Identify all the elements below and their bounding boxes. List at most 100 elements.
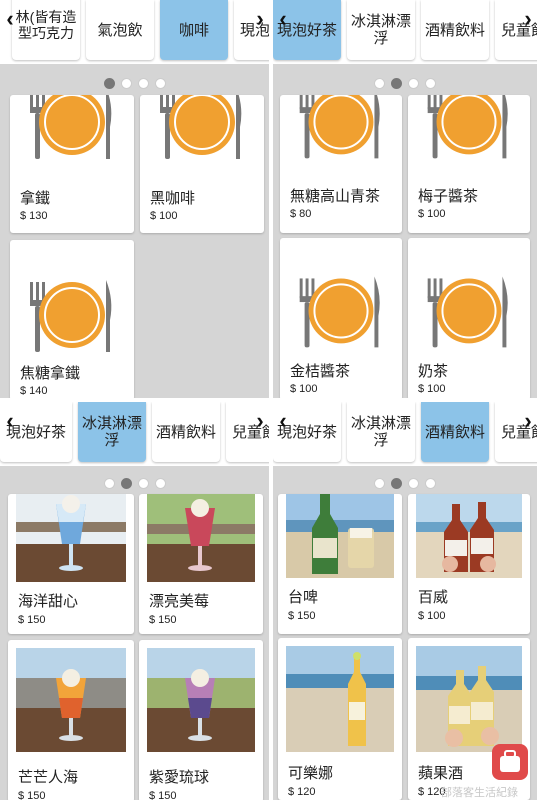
chevron-right-icon[interactable]: › xyxy=(252,8,268,30)
tab-ice-cream-float[interactable]: 冰淇淋漂浮 xyxy=(347,0,415,60)
item-name: 拿鐵 xyxy=(20,190,51,207)
item-name: 梅子醬茶 xyxy=(418,188,479,205)
item-name: 蘋果酒 xyxy=(418,765,464,782)
page-dot[interactable] xyxy=(374,478,385,489)
drink-photo xyxy=(16,648,126,752)
menu-item-card[interactable]: 梅子醬茶 $ 100 xyxy=(408,95,530,233)
plate-placeholder-icon xyxy=(10,260,134,360)
category-tab-bar: 林(皆有造型巧克力 氣泡飲 咖啡 現泡 ‹ › xyxy=(0,0,269,64)
plate-placeholder-icon xyxy=(408,95,530,167)
page-dot[interactable] xyxy=(103,78,115,89)
page-dot[interactable] xyxy=(408,78,419,89)
item-name: 台啤 xyxy=(288,589,319,606)
item-price: $ 150 xyxy=(149,614,177,626)
plate-placeholder-icon xyxy=(10,95,134,167)
menu-item-card[interactable]: 芒芒人海 $ 150 xyxy=(8,640,134,800)
tab-alcoholic-drinks[interactable]: 酒精飲料 xyxy=(421,402,489,462)
menu-item-card[interactable]: 金桔醬茶 $ 100 xyxy=(280,238,402,398)
chevron-left-icon[interactable]: ‹ xyxy=(2,410,18,432)
category-tab-bar: 現泡好茶 冰淇淋漂浮 酒精飲料 兒童飲 ‹ › xyxy=(0,402,269,466)
tab-alcoholic-drinks[interactable]: 酒精飲料 xyxy=(152,402,220,462)
page-dot[interactable] xyxy=(374,78,385,89)
item-price: $ 100 xyxy=(290,383,318,395)
item-name: 百威 xyxy=(418,589,449,606)
menu-item-card[interactable]: 可樂娜 $ 120 xyxy=(278,638,402,800)
drink-photo xyxy=(147,494,255,582)
item-price: $ 130 xyxy=(20,210,48,222)
tab-ice-cream-chocolate[interactable]: 林(皆有造型巧克力 xyxy=(12,0,80,60)
page-indicator xyxy=(0,78,269,92)
menu-item-card[interactable]: 無糖高山青茶 $ 80 xyxy=(280,95,402,233)
chevron-left-icon[interactable]: ‹ xyxy=(2,8,18,30)
chevron-left-icon[interactable]: ‹ xyxy=(275,410,291,432)
page-dot[interactable] xyxy=(120,478,132,489)
item-price: $ 140 xyxy=(20,385,48,397)
item-name: 芒芒人海 xyxy=(18,769,79,786)
page-dot[interactable] xyxy=(408,478,419,489)
item-name: 海洋甜心 xyxy=(18,593,79,610)
menu-panel-coffee: 林(皆有造型巧克力 氣泡飲 咖啡 現泡 ‹ › 拿鐵 $ 130 黑咖啡 $ 1… xyxy=(0,0,269,398)
menu-item-card[interactable]: 焦糖拿鐵 $ 140 xyxy=(10,240,134,398)
plate-placeholder-icon xyxy=(280,256,402,356)
tab-ice-cream-float[interactable]: 冰淇淋漂浮 xyxy=(78,402,146,462)
item-name: 焦糖拿鐵 xyxy=(20,365,81,382)
item-name: 紫愛琉球 xyxy=(149,769,210,786)
plate-placeholder-icon xyxy=(408,256,530,356)
menu-item-card[interactable]: 紫愛琉球 $ 150 xyxy=(139,640,263,800)
chevron-right-icon[interactable]: › xyxy=(520,8,536,30)
plate-placeholder-icon xyxy=(280,95,402,167)
item-price: $ 100 xyxy=(418,208,446,220)
tab-coffee[interactable]: 咖啡 xyxy=(160,0,228,60)
drink-photo xyxy=(286,494,394,578)
menu-item-card[interactable]: 奶茶 $ 100 xyxy=(408,238,530,398)
chevron-right-icon[interactable]: › xyxy=(252,410,268,432)
menu-item-card[interactable]: 台啤 $ 150 xyxy=(278,494,402,634)
drink-photo xyxy=(147,648,255,752)
page-dot[interactable] xyxy=(425,478,436,489)
item-name: 漂亮美莓 xyxy=(149,593,210,610)
menu-item-card[interactable]: 拿鐵 $ 130 xyxy=(10,95,134,233)
watermark-text: 部落客生活紀錄 xyxy=(441,787,518,799)
page-dot[interactable] xyxy=(120,78,132,89)
drink-photo xyxy=(16,494,126,582)
page-indicator xyxy=(273,478,537,492)
page-dot[interactable] xyxy=(391,78,402,89)
tab-ice-cream-float[interactable]: 冰淇淋漂浮 xyxy=(347,402,415,462)
item-price: $ 150 xyxy=(288,610,316,622)
item-price: $ 150 xyxy=(149,790,177,800)
menu-item-card[interactable]: 黑咖啡 $ 100 xyxy=(140,95,264,233)
item-name: 無糖高山青茶 xyxy=(290,188,381,205)
page-dot[interactable] xyxy=(137,478,149,489)
page-dot[interactable] xyxy=(154,478,166,489)
tab-sparkling-drinks[interactable]: 氣泡飲 xyxy=(86,0,154,60)
item-price: $ 150 xyxy=(18,614,46,626)
menu-panel-tea: 現泡好茶 冰淇淋漂浮 酒精飲料 兒童飲 ‹ › 無糖高山青茶 $ 80 梅子醬茶… xyxy=(273,0,537,398)
item-price: $ 150 xyxy=(18,790,46,800)
chevron-left-icon[interactable]: ‹ xyxy=(275,8,291,30)
item-name: 金桔醬茶 xyxy=(290,363,351,380)
item-name: 黑咖啡 xyxy=(150,190,196,207)
page-dot[interactable] xyxy=(425,78,436,89)
drink-photo xyxy=(416,494,522,578)
item-price: $ 100 xyxy=(150,210,178,222)
drink-photo xyxy=(286,646,394,752)
item-price: $ 120 xyxy=(288,786,316,798)
category-tab-bar: 現泡好茶 冰淇淋漂浮 酒精飲料 兒童飲 ‹ › xyxy=(273,0,537,64)
watermark-logo-icon xyxy=(492,744,528,780)
plate-placeholder-icon xyxy=(140,95,264,167)
page-dot[interactable] xyxy=(103,478,115,489)
page-dot[interactable] xyxy=(137,78,149,89)
tab-alcoholic-drinks[interactable]: 酒精飲料 xyxy=(421,0,489,60)
page-indicator xyxy=(0,478,269,492)
item-price: $ 100 xyxy=(418,383,446,395)
menu-item-card[interactable]: 百威 $ 100 xyxy=(408,494,530,634)
menu-item-card[interactable]: 漂亮美莓 $ 150 xyxy=(139,494,263,634)
menu-item-card[interactable]: 海洋甜心 $ 150 xyxy=(8,494,134,634)
item-name: 奶茶 xyxy=(418,363,449,380)
item-price: $ 100 xyxy=(418,610,446,622)
page-dot[interactable] xyxy=(154,78,166,89)
page-indicator xyxy=(273,78,537,92)
page-dot[interactable] xyxy=(391,478,402,489)
chevron-right-icon[interactable]: › xyxy=(520,410,536,432)
menu-panel-alcohol: 現泡好茶 冰淇淋漂浮 酒精飲料 兒童飲 ‹ › 台啤 $ 150 百威 $ 10… xyxy=(273,402,537,800)
